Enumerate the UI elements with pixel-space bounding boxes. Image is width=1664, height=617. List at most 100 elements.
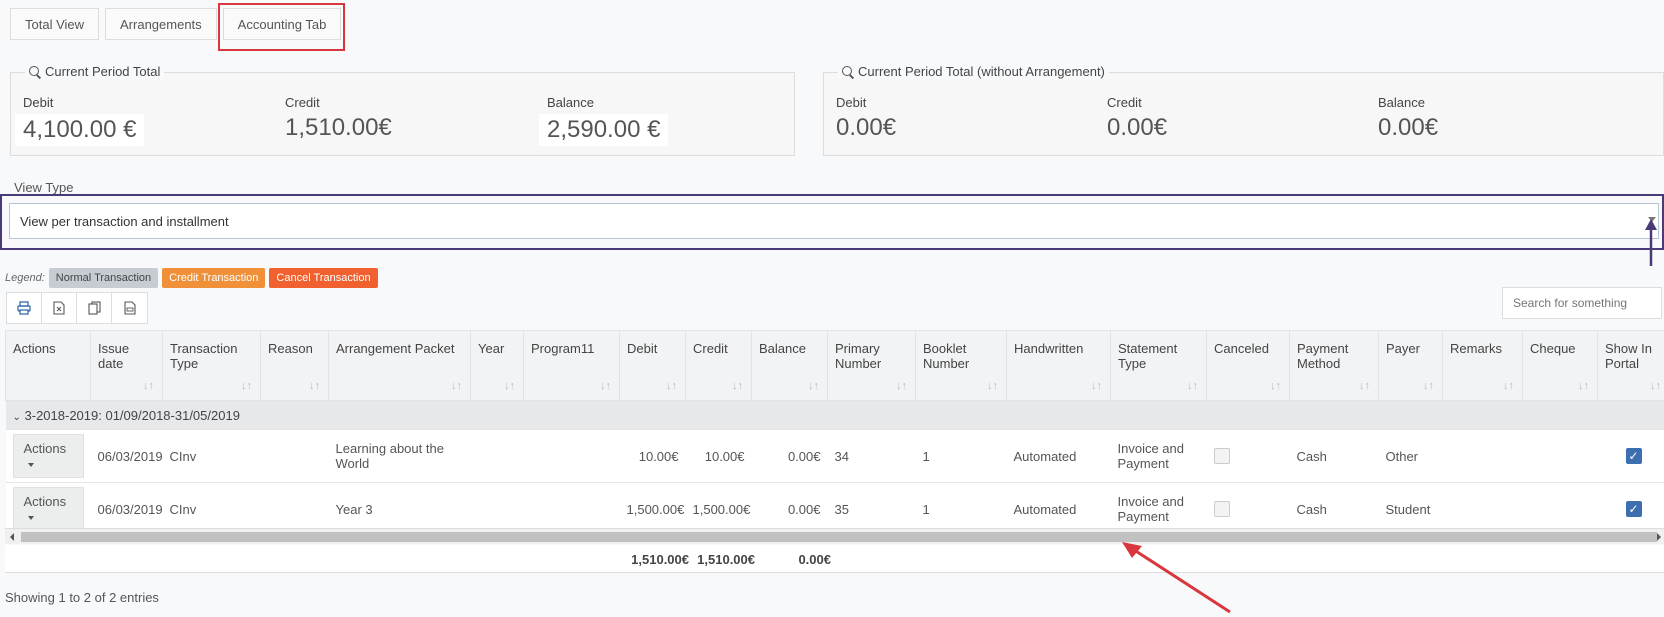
canceled-checkbox[interactable] xyxy=(1213,501,1230,518)
col-header[interactable]: Handwritten ↓↑ xyxy=(1006,330,1111,401)
sort-icon: ↓↑ xyxy=(1359,380,1370,392)
sort-icon: ↓↑ xyxy=(1503,380,1514,392)
table-header-row: Actions Issue date ↓↑ Transaction Type ↓↑ … xyxy=(5,330,1664,401)
export-excel-button[interactable] xyxy=(42,293,77,323)
sort-icon: ↓↑ xyxy=(808,380,819,392)
sort-icon: ↓↑ xyxy=(1578,380,1589,392)
col-header[interactable]: Statement Type ↓↑ xyxy=(1110,330,1207,401)
canceled-checkbox[interactable] xyxy=(1213,448,1230,465)
debit-cell: 10.00€ xyxy=(619,429,686,483)
copy-icon xyxy=(87,301,101,315)
search-icon xyxy=(842,65,854,78)
col-header[interactable]: Primary Number ↓↑ xyxy=(827,330,916,401)
group-row[interactable]: ⌄ 3-2018-2019: 01/09/2018-31/05/2019 xyxy=(5,400,1664,430)
legend-normal-badge: Normal Transaction xyxy=(48,268,159,288)
view-type-label: View Type xyxy=(14,180,74,195)
balance-value: 0.00€ xyxy=(1378,114,1439,141)
current-period-total-without-arrangement-panel: Current Period Total (without Arrangemen… xyxy=(823,64,1664,156)
payment-method-cell: Cash xyxy=(1289,429,1379,483)
program-cell xyxy=(523,429,620,483)
annotation-up-arrow xyxy=(1645,219,1657,266)
booklet-number-cell: 1 xyxy=(915,429,1007,483)
col-header[interactable]: Payer ↓↑ xyxy=(1378,330,1443,401)
sort-icon: ↓↑ xyxy=(732,380,743,392)
caret-down-icon xyxy=(27,462,34,467)
sort-icon: ↓↑ xyxy=(896,380,907,392)
caret-down-icon xyxy=(27,515,34,520)
col-header[interactable]: Canceled ↓↑ xyxy=(1206,330,1290,401)
horizontal-scrollbar[interactable] xyxy=(5,528,1664,544)
tab-arrangements[interactable]: Arrangements xyxy=(105,8,217,40)
actions-dropdown-button[interactable]: Actions xyxy=(12,434,84,478)
col-header[interactable]: Payment Method ↓↑ xyxy=(1289,330,1379,401)
debit-value: 4,100.00 € xyxy=(15,114,145,146)
scroll-right-icon[interactable] xyxy=(1657,533,1661,541)
credit-cell: 10.00€ xyxy=(685,429,752,483)
col-header[interactable]: Transaction Type ↓↑ xyxy=(162,330,261,401)
sort-icon: ↓↑ xyxy=(1091,380,1102,392)
sort-icon: ↓↑ xyxy=(1187,380,1198,392)
balance-value: 2,590.00 € xyxy=(539,114,669,146)
sort-icon: ↓↑ xyxy=(451,380,462,392)
sort-icon: ↓↑ xyxy=(143,380,154,392)
scrollbar-thumb[interactable] xyxy=(21,532,1657,542)
col-header[interactable]: Remarks ↓↑ xyxy=(1442,330,1523,401)
transactions-table: Actions Issue date ↓↑ Transaction Type ↓↑ … xyxy=(5,330,1664,536)
view-type-select[interactable]: View per transaction and installment xyxy=(9,203,1659,239)
col-header[interactable]: Reason ↓↑ xyxy=(260,330,329,401)
col-header[interactable]: Cheque ↓↑ xyxy=(1522,330,1598,401)
cheque-cell xyxy=(1522,429,1598,483)
panel-title: Current Period Total xyxy=(25,64,165,79)
sort-icon: ↓↑ xyxy=(1270,380,1281,392)
sort-icon: ↓↑ xyxy=(987,380,998,392)
sort-icon: ↓↑ xyxy=(600,380,611,392)
scroll-left-icon[interactable] xyxy=(10,533,14,541)
col-header[interactable]: Arrangement Packet ↓↑ xyxy=(328,330,471,401)
current-period-total-panel: Current Period Total Debit 4,100.00 € Cr… xyxy=(10,64,795,156)
type-cell: CInv xyxy=(162,429,261,483)
balance-label: Balance xyxy=(1378,95,1425,110)
sort-icon: ↓↑ xyxy=(241,380,252,392)
excel-file-icon xyxy=(53,301,65,315)
col-header[interactable]: Program11 ↓↑ xyxy=(523,330,620,401)
sort-icon: ↓↑ xyxy=(1650,380,1661,392)
credit-value: 0.00€ xyxy=(1107,114,1168,141)
entries-info: Showing 1 to 2 of 2 entries xyxy=(5,590,159,605)
export-pdf-button[interactable] xyxy=(112,293,147,323)
export-toolbar xyxy=(6,292,148,324)
col-header[interactable]: Actions xyxy=(5,330,91,401)
credit-value: 1,510.00€ xyxy=(285,114,392,141)
col-header[interactable]: Show In Portal ↓↑ xyxy=(1597,330,1664,401)
reason-cell xyxy=(260,429,329,483)
tab-total-view[interactable]: Total View xyxy=(10,8,100,40)
print-button[interactable] xyxy=(7,293,42,323)
col-header[interactable]: Balance ↓↑ xyxy=(751,330,828,401)
table-row: Actions 06/03/2019 CInv Learning about t… xyxy=(5,429,1664,483)
balance-label: Balance xyxy=(547,95,594,110)
legend-credit-badge: Credit Transaction xyxy=(162,268,266,288)
col-header[interactable]: Booklet Number ↓↑ xyxy=(915,330,1007,401)
print-icon xyxy=(17,301,31,315)
col-header[interactable]: Credit ↓↑ xyxy=(685,330,752,401)
table-totals-row: 1,510.00€ 1,510.00€ 0.00€ xyxy=(5,545,1664,573)
issue-date-cell: 06/03/2019 xyxy=(90,429,163,483)
actions-dropdown-button[interactable]: Actions xyxy=(12,487,84,531)
legend-label: Legend: xyxy=(5,272,45,284)
col-header[interactable]: Year ↓↑ xyxy=(470,330,524,401)
search-input[interactable] xyxy=(1502,287,1662,319)
show-in-portal-checkbox[interactable]: ✓ xyxy=(1625,448,1642,465)
copy-button[interactable] xyxy=(77,293,112,323)
remarks-cell xyxy=(1442,429,1523,483)
col-header[interactable]: Issue date ↓↑ xyxy=(90,330,163,401)
packet-cell: Learning about the World xyxy=(328,429,471,483)
legend: Legend: Normal Transaction Credit Transa… xyxy=(5,268,378,288)
show-in-portal-checkbox[interactable]: ✓ xyxy=(1625,501,1642,518)
sort-icon: ↓↑ xyxy=(504,380,515,392)
credit-label: Credit xyxy=(285,95,320,110)
col-header[interactable]: Debit ↓↑ xyxy=(619,330,686,401)
credit-label: Credit xyxy=(1107,95,1142,110)
panel-title-text: Current Period Total (without Arrangemen… xyxy=(858,64,1105,79)
accounting-tab-highlight xyxy=(218,3,345,51)
statement-type-cell: Invoice and Payment xyxy=(1110,429,1207,483)
payer-cell: Other xyxy=(1378,429,1443,483)
